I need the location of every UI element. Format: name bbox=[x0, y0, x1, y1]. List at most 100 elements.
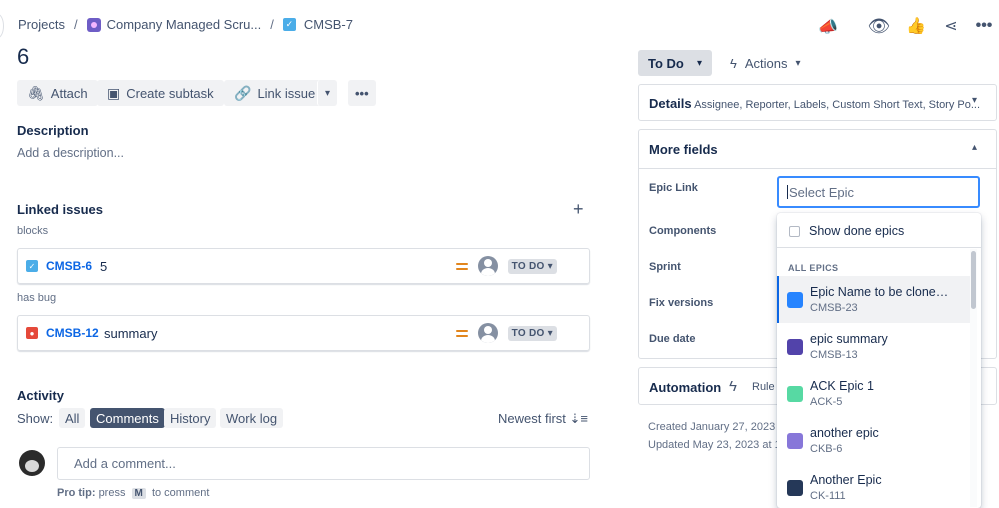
details-heading: Details bbox=[649, 96, 692, 111]
chevron-up-icon[interactable]: ▴ bbox=[972, 142, 977, 153]
epic-option-key: ACK-5 bbox=[810, 396, 843, 408]
actions-button[interactable]: ϟ Actions ▾ bbox=[730, 50, 801, 76]
issue-title[interactable]: 6 bbox=[17, 44, 29, 70]
breadcrumb-issue-key[interactable]: CMSB-7 bbox=[304, 17, 353, 32]
subtask-icon: ▣ bbox=[107, 84, 121, 101]
status-lozenge[interactable]: TO DO ▾ bbox=[507, 325, 557, 341]
field-label-sprint: Sprint bbox=[649, 261, 681, 273]
add-link-icon[interactable]: + bbox=[573, 199, 584, 220]
details-summary: Assignee, Reporter, Labels, Custom Short… bbox=[694, 99, 981, 111]
megaphone-icon[interactable]: 📣 bbox=[818, 17, 838, 37]
chevron-down-icon[interactable]: ▾ bbox=[972, 95, 977, 106]
more-icon[interactable]: ••• bbox=[974, 16, 994, 36]
show-done-label: Show done epics bbox=[809, 224, 905, 238]
attach-button[interactable]: 🖇 Attach bbox=[17, 80, 98, 106]
created-date: Created January 27, 2023 at bbox=[648, 421, 788, 433]
breadcrumb-separator: / bbox=[270, 17, 274, 32]
sidebar-edge bbox=[0, 14, 4, 38]
priority-medium-icon bbox=[455, 329, 468, 337]
lightning-icon: ϟ bbox=[730, 55, 737, 71]
updated-date: Updated May 23, 2023 at 10 bbox=[648, 439, 787, 451]
epic-option-key: CKB-6 bbox=[810, 443, 843, 455]
epic-option[interactable]: Another Epic CK-111 bbox=[777, 464, 971, 508]
epic-option[interactable]: ACK Epic 1 ACK-5 bbox=[777, 370, 971, 417]
breadcrumb-projects[interactable]: Projects bbox=[18, 17, 65, 32]
linked-issue-summary[interactable]: 5 bbox=[100, 259, 456, 274]
link-issue-dropdown[interactable]: ▾ bbox=[317, 80, 338, 106]
epic-dropdown: Show done epics ALL EPICS Epic Name to b… bbox=[777, 213, 981, 508]
watch-eye-icon[interactable]: 👁 bbox=[868, 16, 891, 36]
share-icon[interactable]: ⋖ bbox=[941, 16, 961, 36]
thumbs-up-icon[interactable]: 👍 bbox=[906, 16, 926, 36]
link-icon: 🔗 bbox=[234, 84, 252, 101]
filter-all[interactable]: All bbox=[59, 408, 86, 428]
epic-option[interactable]: Epic Name to be cloned ... CMSB-23 bbox=[777, 276, 971, 323]
status-label: To Do bbox=[648, 55, 684, 71]
breadcrumb-project[interactable]: Company Managed Scru... bbox=[107, 17, 262, 32]
pro-tip-prefix: Pro tip: bbox=[57, 487, 96, 499]
checkbox[interactable] bbox=[789, 225, 800, 237]
epic-option-name: ACK Epic 1 bbox=[810, 379, 874, 393]
linked-issue-key[interactable]: CMSB-12 bbox=[46, 326, 104, 340]
epic-option-key: CK-111 bbox=[810, 490, 846, 502]
all-epics-heading: ALL EPICS bbox=[788, 263, 839, 273]
pro-tip: Pro tip: press M to comment bbox=[57, 487, 209, 499]
description-input[interactable]: Add a description... bbox=[17, 146, 124, 160]
attach-label: Attach bbox=[50, 85, 88, 101]
link-issue-button[interactable]: 🔗 Link issue bbox=[224, 80, 324, 106]
lightning-icon: ϟ bbox=[729, 378, 737, 395]
epic-color-swatch bbox=[787, 338, 803, 355]
scrollbar-thumb[interactable] bbox=[971, 251, 976, 309]
epic-option-name: Epic Name to be cloned ... bbox=[810, 285, 952, 299]
activity-heading: Activity bbox=[17, 388, 64, 403]
epic-select-placeholder: Select Epic bbox=[789, 184, 855, 200]
status-lozenge[interactable]: TO DO ▾ bbox=[507, 258, 557, 274]
epic-option[interactable]: epic summary CMSB-13 bbox=[777, 323, 971, 370]
relation-label: blocks bbox=[17, 225, 49, 237]
epic-link-select[interactable]: Select Epic bbox=[777, 176, 980, 208]
epic-option-key: CMSB-13 bbox=[810, 349, 858, 361]
current-user-avatar bbox=[19, 450, 45, 476]
linked-issue-row[interactable]: ● CMSB-12 summary TO DO ▾ bbox=[17, 315, 590, 351]
field-label-components: Components bbox=[649, 225, 717, 237]
link-issue-label: Link issue bbox=[257, 85, 316, 101]
relation-label: has bug bbox=[17, 292, 57, 304]
comment-input[interactable]: Add a comment... bbox=[57, 447, 590, 480]
epic-color-swatch bbox=[787, 385, 803, 402]
priority-medium-icon bbox=[455, 262, 468, 270]
epic-color-swatch bbox=[787, 479, 803, 496]
more-fields-heading[interactable]: More fields bbox=[649, 142, 718, 157]
more-actions-button[interactable]: ••• bbox=[348, 80, 376, 106]
linked-issues-heading: Linked issues bbox=[17, 202, 103, 217]
create-subtask-button[interactable]: ▣ Create subtask bbox=[97, 80, 224, 106]
field-label-due-date: Due date bbox=[649, 333, 696, 345]
linked-issue-row[interactable]: ✓ CMSB-6 5 TO DO ▾ bbox=[17, 248, 590, 284]
more-icon: ••• bbox=[355, 85, 369, 101]
epic-option[interactable]: another epic CKB-6 bbox=[777, 417, 971, 464]
paperclip-icon: 🖇 bbox=[27, 84, 45, 101]
sort-button[interactable]: Newest first ⇣≡ bbox=[498, 411, 588, 427]
filter-comments[interactable]: Comments bbox=[90, 408, 165, 428]
divider bbox=[639, 168, 996, 169]
field-label-fix-versions: Fix versions bbox=[649, 297, 714, 309]
epic-option-name: Another Epic bbox=[810, 473, 882, 487]
assignee-avatar[interactable] bbox=[477, 323, 498, 343]
status-button[interactable]: To Do ▾ bbox=[638, 50, 712, 76]
show-label: Show: bbox=[17, 411, 54, 426]
breadcrumb-separator: / bbox=[73, 17, 78, 32]
filter-work-log[interactable]: Work log bbox=[220, 408, 284, 428]
linked-issue-summary[interactable]: summary bbox=[104, 326, 456, 341]
task-type-icon: ✓ bbox=[26, 260, 38, 272]
details-panel[interactable]: Details Assignee, Reporter, Labels, Cust… bbox=[638, 84, 997, 121]
epic-color-swatch bbox=[787, 432, 803, 449]
assignee-avatar[interactable] bbox=[477, 256, 498, 276]
chevron-down-icon: ▾ bbox=[325, 87, 331, 99]
linked-issue-key[interactable]: CMSB-6 bbox=[46, 259, 100, 273]
filter-history[interactable]: History bbox=[164, 408, 217, 428]
chevron-down-icon: ▾ bbox=[696, 57, 702, 69]
show-done-epics[interactable]: Show done epics bbox=[789, 224, 904, 238]
divider bbox=[777, 247, 981, 248]
dropdown-scrollbar[interactable] bbox=[970, 249, 977, 507]
sort-icon: ⇣≡ bbox=[569, 411, 589, 426]
pro-tip-press: press bbox=[98, 487, 126, 499]
